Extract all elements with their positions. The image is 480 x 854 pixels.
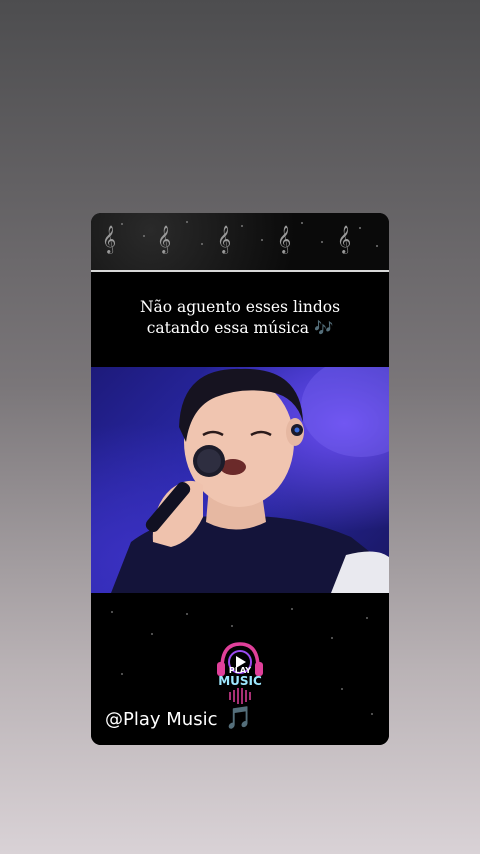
banner-divider <box>91 270 389 272</box>
singer-illustration <box>111 367 389 593</box>
handle-text: @Play Music <box>105 709 218 730</box>
treble-clef-icon: 𝄞 <box>217 225 232 253</box>
story-card: 𝄞 𝄞 𝄞 𝄞 𝄞 Não aguento esses lindos catan… <box>91 213 389 745</box>
treble-clef-icon: 𝄞 <box>102 225 117 253</box>
music-note-icon: 🎵 <box>225 706 253 731</box>
caption-line-1: Não aguento esses lindos <box>139 298 341 316</box>
story-caption: Não aguento esses lindos catando essa mú… <box>91 297 389 339</box>
logo-text-music: MUSIC <box>218 674 262 688</box>
treble-clef-icon: 𝄞 <box>157 225 172 253</box>
music-staff-banner: 𝄞 𝄞 𝄞 𝄞 𝄞 <box>91 213 389 271</box>
play-music-logo: PLAY MUSIC <box>212 638 268 704</box>
caption-line-2: catando essa música <box>146 319 310 337</box>
account-handle[interactable]: @Play Music 🎵 <box>105 706 253 731</box>
treble-clef-icon: 𝄞 <box>337 225 352 253</box>
music-notes-icon: 🎶 <box>313 319 334 337</box>
video-frame[interactable] <box>91 367 389 593</box>
treble-clef-icon: 𝄞 <box>277 225 292 253</box>
footer-area: PLAY MUSIC @Play Music 🎵 <box>91 593 389 745</box>
